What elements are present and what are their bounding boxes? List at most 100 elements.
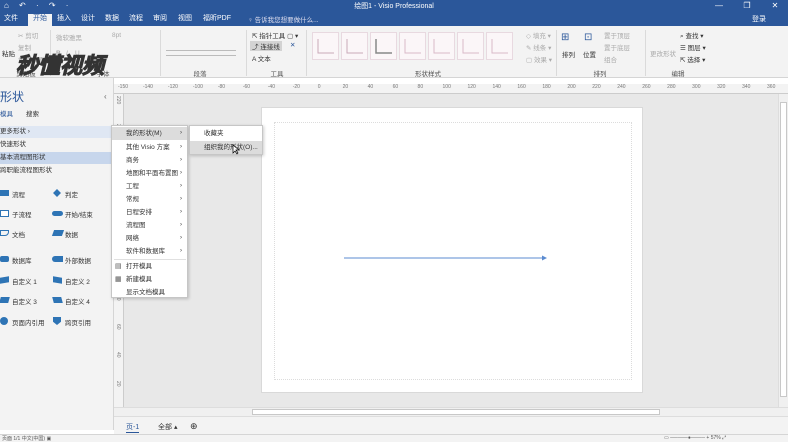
shape-off-page-ref[interactable]: 跨页引用 bbox=[65, 317, 91, 327]
restore-button[interactable]: ❐ bbox=[734, 0, 760, 12]
collapse-pane-button[interactable]: ‹ bbox=[104, 92, 107, 101]
minimize-button[interactable]: — bbox=[706, 0, 732, 12]
ruler-tick-label: 360 bbox=[767, 84, 776, 90]
tab-data[interactable]: 数据 bbox=[103, 14, 121, 24]
tab-insert[interactable]: 插入 bbox=[55, 14, 73, 24]
shape-style-thumb[interactable] bbox=[428, 32, 455, 60]
horizontal-scroll-thumb[interactable] bbox=[252, 409, 660, 415]
font-name-select[interactable]: 微软雅黑 bbox=[56, 32, 82, 42]
line-button[interactable]: ✎ 线条 ▾ bbox=[526, 42, 551, 52]
change-shape-button[interactable]: 更改形状 bbox=[650, 48, 676, 58]
custom4-icon bbox=[52, 297, 63, 303]
find-button[interactable]: ⌕ 查找 ▾ bbox=[680, 30, 704, 41]
tab-file[interactable]: 文件 bbox=[2, 14, 20, 24]
font-size-select[interactable]: 8pt bbox=[112, 32, 121, 39]
shape-style-thumb[interactable] bbox=[370, 32, 397, 60]
menu-flowchart[interactable]: 流程图 › bbox=[112, 219, 187, 232]
shape-style-thumb[interactable] bbox=[341, 32, 368, 60]
add-page-icon[interactable]: ⊕ bbox=[190, 421, 198, 432]
menu-network[interactable]: 网络 › bbox=[112, 232, 187, 245]
zoom-controls[interactable]: ▭ ─────●──── + 57% ⤢ bbox=[664, 435, 726, 441]
effects-button[interactable]: ▢ 效果 ▾ bbox=[526, 54, 552, 64]
menu-engineering[interactable]: 工程 › bbox=[112, 180, 187, 193]
shape-database[interactable]: 数据库 bbox=[12, 255, 32, 265]
shape-decision[interactable]: 判定 bbox=[65, 189, 78, 199]
shape-custom-1[interactable]: 自定义 1 bbox=[12, 276, 37, 286]
paste-button[interactable]: 粘贴 bbox=[2, 48, 15, 58]
menu-general[interactable]: 常规 › bbox=[112, 193, 187, 206]
connector-line-shape[interactable] bbox=[342, 254, 552, 262]
basic-flowchart-item[interactable]: 基本流程图形状 bbox=[0, 152, 114, 164]
shape-custom-4[interactable]: 自定义 4 bbox=[65, 296, 90, 306]
align-button[interactable]: 排列 bbox=[562, 49, 575, 59]
shape-document[interactable]: 文档 bbox=[12, 229, 25, 239]
subprocess-icon bbox=[0, 210, 9, 217]
menu-schedule[interactable]: 日程安排 › bbox=[112, 206, 187, 219]
shape-data[interactable]: 数据 bbox=[65, 229, 78, 239]
tab-home[interactable]: 开始 bbox=[28, 14, 52, 26]
ruler-tick-label: 260 bbox=[642, 84, 651, 90]
shape-on-page-ref[interactable]: 页面内引用 bbox=[12, 317, 45, 327]
menu-new-stencil[interactable]: 新建模具 bbox=[112, 273, 187, 286]
tab-design[interactable]: 设计 bbox=[79, 14, 97, 24]
text-tool-button[interactable]: A 文本 bbox=[252, 53, 271, 63]
tell-me-search[interactable]: ♀ 告诉我您想要做什么... bbox=[248, 14, 319, 24]
menu-show-document-stencil[interactable]: 显示文档模具 bbox=[112, 286, 187, 299]
status-bar: 页面 1/1 中文(中国) ▣ ▭ ─────●──── + 57% ⤢ bbox=[0, 434, 788, 442]
shape-start-end[interactable]: 开始/结束 bbox=[65, 209, 93, 219]
shape-custom-3[interactable]: 自定义 3 bbox=[12, 296, 37, 306]
quick-shapes-item[interactable]: 快速形状 bbox=[0, 139, 114, 151]
tab-foxit-pdf[interactable]: 福昕PDF bbox=[201, 14, 233, 24]
pointer-tool-button[interactable]: ⇱ 指针工具 ▢ ▾ bbox=[252, 30, 298, 40]
shape-process[interactable]: 流程 bbox=[12, 189, 25, 199]
group-button[interactable]: 组合 bbox=[604, 54, 617, 64]
shape-style-thumb[interactable] bbox=[312, 32, 339, 60]
menu-my-shapes[interactable]: 我的形状(M) › bbox=[112, 127, 187, 140]
page-tab-1[interactable]: 页-1 bbox=[126, 422, 140, 433]
shape-style-thumb[interactable] bbox=[399, 32, 426, 60]
tab-review[interactable]: 审阅 bbox=[151, 14, 169, 24]
shape-custom-2[interactable]: 自定义 2 bbox=[65, 276, 90, 286]
menu-business[interactable]: 商务 › bbox=[112, 154, 187, 167]
menu-favorites[interactable]: 收藏夹 bbox=[190, 127, 262, 140]
position-button[interactable]: 位置 bbox=[583, 49, 596, 59]
all-pages-button[interactable]: 全部 ▴ bbox=[158, 422, 177, 432]
menu-other-visio[interactable]: 其他 Visio 方案 › bbox=[112, 141, 187, 154]
vertical-scrollbar[interactable] bbox=[778, 94, 788, 407]
vertical-scroll-thumb[interactable] bbox=[780, 102, 787, 397]
horizontal-ruler: -150 -140 -120 -100 -80 -60 -40 -20 0 20 40 60 80 100… bbox=[114, 84, 788, 94]
close-button[interactable]: ✕ bbox=[762, 0, 788, 12]
fill-button[interactable]: ◇ 填充 ▾ bbox=[526, 30, 551, 40]
login-link[interactable]: 登录 bbox=[752, 14, 766, 24]
crossfunctional-item[interactable]: 跨职能流程图形状 bbox=[0, 165, 114, 177]
diamond-icon bbox=[53, 189, 61, 197]
more-shapes-menu: 我的形状(M) › 其他 Visio 方案 › 商务 › 地图和平面布置图 › 工程 › … bbox=[111, 125, 188, 298]
tab-view[interactable]: 视图 bbox=[176, 14, 194, 24]
cut-button[interactable]: ✂ 剪切 bbox=[18, 30, 38, 40]
menu-software-db[interactable]: 软件和数据库 › bbox=[112, 245, 187, 258]
shape-subprocess[interactable]: 子流程 bbox=[12, 209, 32, 219]
terminator-icon bbox=[52, 211, 63, 216]
tab-process[interactable]: 流程 bbox=[127, 14, 145, 24]
database-icon bbox=[0, 256, 9, 262]
drawing-page[interactable] bbox=[261, 107, 643, 393]
select-button[interactable]: ⇱ 选择 ▾ bbox=[680, 54, 705, 64]
paragraph-align-buttons[interactable] bbox=[166, 50, 236, 56]
horizontal-scrollbar[interactable] bbox=[114, 407, 788, 416]
shape-style-thumb[interactable] bbox=[457, 32, 484, 60]
layers-button[interactable]: ☰ 图层 ▾ bbox=[680, 42, 706, 52]
menu-open-stencil[interactable]: 打开模具 bbox=[112, 260, 187, 273]
connector-tool-label: 连接线 bbox=[260, 44, 280, 51]
connection-point-icon[interactable]: ✕ bbox=[290, 41, 295, 49]
shape-style-thumb[interactable] bbox=[486, 32, 513, 60]
connector-tool-button[interactable]: ⤴ 连接线 bbox=[250, 41, 282, 51]
menu-maps[interactable]: 地图和平面布置图 › bbox=[112, 167, 187, 180]
tab-search[interactable]: 搜索 bbox=[26, 108, 39, 118]
submenu-arrow-icon: › bbox=[180, 248, 182, 254]
bring-to-front-button[interactable]: 置于顶层 bbox=[604, 30, 630, 40]
more-shapes-item[interactable]: 更多形状 › bbox=[0, 126, 114, 138]
menu-organize-my-shapes[interactable]: 组织我的形状(O)... bbox=[190, 141, 262, 154]
shape-external-data[interactable]: 外部数据 bbox=[65, 255, 91, 265]
send-to-back-button[interactable]: 置于底层 bbox=[604, 42, 630, 52]
tab-stencils[interactable]: 模具 bbox=[0, 108, 13, 118]
